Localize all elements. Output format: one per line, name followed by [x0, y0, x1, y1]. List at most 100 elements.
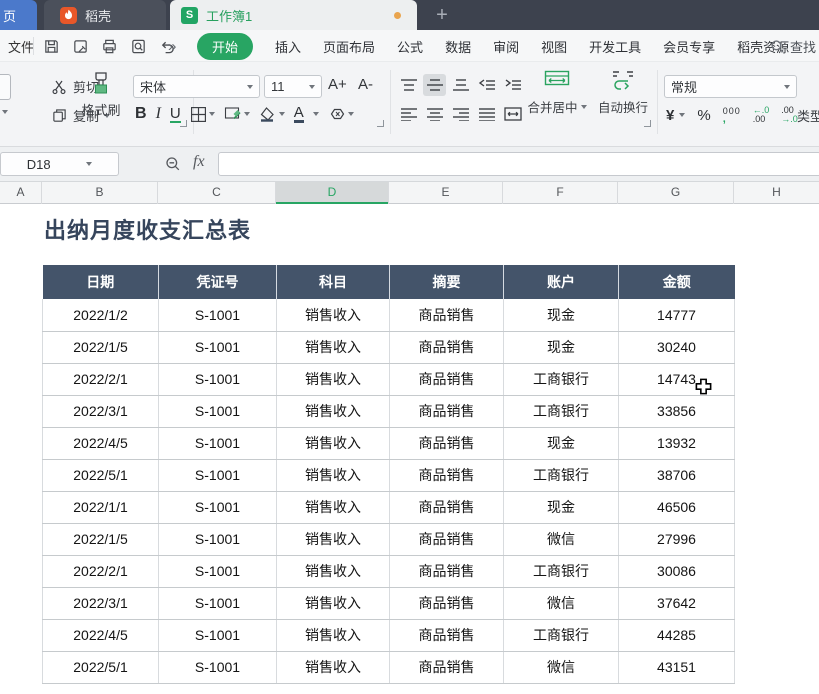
increase-indent-icon[interactable] [501, 74, 524, 96]
cell-summary[interactable]: 商品销售 [389, 427, 504, 460]
cell-amount[interactable]: 30240 [618, 331, 735, 364]
thousands-separator-button[interactable]: 000 , [723, 107, 741, 125]
cell-summary[interactable]: 商品销售 [389, 459, 504, 492]
cell-amount[interactable]: 14743 [618, 363, 735, 396]
cell-summary[interactable]: 商品销售 [389, 331, 504, 364]
column-header[interactable]: H [734, 182, 819, 204]
increase-font-button[interactable]: A+ [328, 76, 347, 93]
cell-summary[interactable]: 商品销售 [389, 395, 504, 428]
ribbon-tab[interactable]: 开发工具 [589, 37, 641, 56]
more-tools-button[interactable]: » [168, 30, 176, 62]
ribbon-tab[interactable]: 开始 [197, 32, 254, 60]
decrease-decimal-button[interactable]: .00 →.0 [781, 106, 798, 124]
format-painter-button[interactable]: 格式刷 [76, 71, 126, 119]
cell-summary[interactable]: 商品销售 [389, 587, 504, 620]
cell-date[interactable]: 2022/1/1 [42, 491, 159, 524]
print-preview-icon[interactable] [129, 37, 147, 55]
align-left-icon[interactable] [397, 103, 420, 125]
cell-date[interactable]: 2022/4/5 [42, 427, 159, 460]
font-color-button[interactable]: A [293, 105, 304, 123]
tab-docer[interactable]: 稻壳 [44, 0, 166, 30]
table-header-cell[interactable]: 凭证号 [158, 265, 277, 299]
ribbon-tab[interactable]: 公式 [397, 37, 423, 56]
ribbon-tab[interactable]: 页面布局 [323, 37, 375, 56]
formula-input[interactable] [218, 152, 819, 176]
distributed-icon[interactable] [501, 103, 524, 125]
cell-summary[interactable]: 商品销售 [389, 619, 504, 652]
cell-amount[interactable]: 44285 [618, 619, 735, 652]
cell-account[interactable]: 微信 [503, 587, 619, 620]
align-center-icon[interactable] [423, 103, 446, 125]
merge-center-button[interactable]: 合并居中 [526, 70, 588, 116]
cell-account[interactable]: 现金 [503, 299, 619, 332]
underline-button[interactable]: U [169, 106, 181, 123]
cell-voucher[interactable]: S-1001 [158, 587, 277, 620]
cell-voucher[interactable]: S-1001 [158, 395, 277, 428]
cell-account[interactable]: 微信 [503, 651, 619, 684]
ribbon-tab[interactable]: 数据 [445, 37, 471, 56]
cell-date[interactable]: 2022/5/1 [42, 459, 159, 492]
cell-date[interactable]: 2022/3/1 [42, 587, 159, 620]
cell-account[interactable]: 工商银行 [503, 363, 619, 396]
cell-amount[interactable]: 13932 [618, 427, 735, 460]
cell-subject[interactable]: 销售收入 [276, 587, 390, 620]
cell-voucher[interactable]: S-1001 [158, 459, 277, 492]
ribbon-tab[interactable]: 视图 [541, 37, 567, 56]
cell-summary[interactable]: 商品销售 [389, 555, 504, 588]
wrap-text-button[interactable]: 自动换行 [595, 70, 651, 116]
table-header-cell[interactable]: 账户 [503, 265, 619, 299]
align-bottom-icon[interactable] [449, 74, 472, 96]
column-header[interactable]: B [42, 182, 158, 204]
print-icon[interactable] [100, 37, 118, 55]
cell-account[interactable]: 现金 [503, 331, 619, 364]
column-header[interactable]: G [618, 182, 734, 204]
ribbon-tab[interactable]: 审阅 [493, 37, 519, 56]
export-icon[interactable] [71, 37, 89, 55]
number-format-select[interactable]: 常规 [664, 75, 797, 98]
paste-dropdown-caret[interactable] [2, 110, 8, 114]
cell-voucher[interactable]: S-1001 [158, 427, 277, 460]
cell-amount[interactable]: 46506 [618, 491, 735, 524]
cell-amount[interactable]: 38706 [618, 459, 735, 492]
cell-summary[interactable]: 商品销售 [389, 299, 504, 332]
cell-date[interactable]: 2022/1/5 [42, 523, 159, 556]
cell-amount[interactable]: 33856 [618, 395, 735, 428]
cell-subject[interactable]: 销售收入 [276, 491, 390, 524]
cell-date[interactable]: 2022/2/1 [42, 363, 159, 396]
cell-account[interactable]: 工商银行 [503, 619, 619, 652]
cell-subject[interactable]: 销售收入 [276, 331, 390, 364]
cell-date[interactable]: 2022/1/5 [42, 331, 159, 364]
borders-button[interactable] [190, 106, 215, 123]
cell-voucher[interactable]: S-1001 [158, 651, 277, 684]
align-middle-icon[interactable] [423, 74, 446, 96]
find-button[interactable]: 查找 [768, 30, 816, 62]
file-menu-button[interactable]: 文件 [8, 30, 34, 62]
cell-account[interactable]: 微信 [503, 523, 619, 556]
decrease-font-button[interactable]: A- [358, 76, 373, 93]
cell-account[interactable]: 现金 [503, 491, 619, 524]
cell-summary[interactable]: 商品销售 [389, 651, 504, 684]
align-top-icon[interactable] [397, 74, 420, 96]
cell-voucher[interactable]: S-1001 [158, 555, 277, 588]
column-header[interactable]: D [276, 182, 389, 204]
cell-subject[interactable]: 销售收入 [276, 395, 390, 428]
zoom-out-icon[interactable] [165, 156, 181, 172]
font-family-select[interactable]: 宋体 [133, 75, 260, 98]
font-size-select[interactable]: 11 [264, 75, 322, 98]
column-header[interactable]: E [389, 182, 503, 204]
cell-account[interactable]: 现金 [503, 427, 619, 460]
table-header-cell[interactable]: 摘要 [389, 265, 504, 299]
cell-amount[interactable]: 43151 [618, 651, 735, 684]
cell-summary[interactable]: 商品销售 [389, 491, 504, 524]
new-tab-button[interactable]: + [429, 2, 455, 28]
column-header[interactable]: F [503, 182, 618, 204]
cell-date[interactable]: 2022/1/2 [42, 299, 159, 332]
cell-amount[interactable]: 37642 [618, 587, 735, 620]
cell-account[interactable]: 工商银行 [503, 555, 619, 588]
table-header-cell[interactable]: 金额 [618, 265, 735, 299]
fx-icon[interactable]: fx [193, 153, 205, 171]
cell-date[interactable]: 2022/5/1 [42, 651, 159, 684]
cell-amount[interactable]: 27996 [618, 523, 735, 556]
cell-subject[interactable]: 销售收入 [276, 651, 390, 684]
cell-voucher[interactable]: S-1001 [158, 523, 277, 556]
